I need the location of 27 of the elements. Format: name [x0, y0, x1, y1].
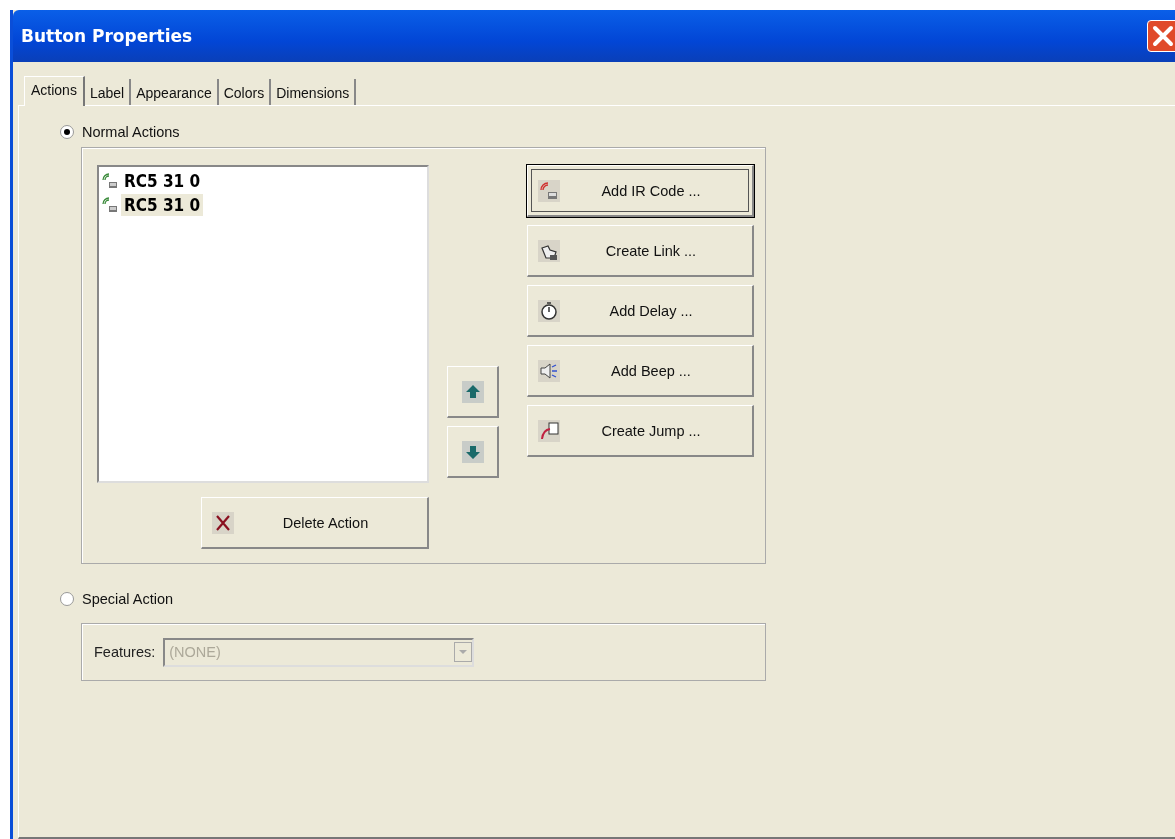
- features-label: Features:: [94, 644, 156, 660]
- window-title: Button Properties: [21, 26, 193, 46]
- action-button[interactable]: Add Beep ...: [527, 345, 754, 397]
- close-icon: [1150, 23, 1175, 49]
- close-button[interactable]: [1147, 20, 1175, 52]
- action-button[interactable]: Create Jump ...: [527, 405, 754, 457]
- remote-signal-icon: [101, 172, 119, 190]
- x-mark-icon: [212, 511, 234, 534]
- action-label: RC5 31 0: [123, 170, 202, 192]
- move-down-button[interactable]: [447, 426, 499, 478]
- remote-signal-icon: [101, 196, 119, 214]
- special-action-radio[interactable]: Special Action: [60, 591, 174, 607]
- move-up-button[interactable]: [447, 366, 499, 418]
- action-item[interactable]: RC5 31 0: [101, 193, 425, 217]
- action-button[interactable]: Add IR Code ...: [527, 165, 754, 217]
- normal-actions-radio[interactable]: Normal Actions: [60, 124, 180, 140]
- tab[interactable]: Actions: [24, 76, 85, 106]
- action-button[interactable]: Create Link ...: [527, 225, 754, 277]
- actions-list[interactable]: RC5 31 0 RC5 31 0: [97, 165, 429, 483]
- action-button[interactable]: Add Delay ...: [527, 285, 754, 337]
- action-item[interactable]: RC5 31 0: [101, 169, 425, 193]
- delete-action-button[interactable]: Delete Action: [201, 497, 429, 549]
- action-label: RC5 31 0: [121, 194, 204, 216]
- speaker-icon: [538, 359, 560, 382]
- remote-signal-icon: [538, 179, 560, 202]
- stopwatch-icon: [538, 299, 560, 322]
- hand-pointer-icon: [538, 239, 560, 262]
